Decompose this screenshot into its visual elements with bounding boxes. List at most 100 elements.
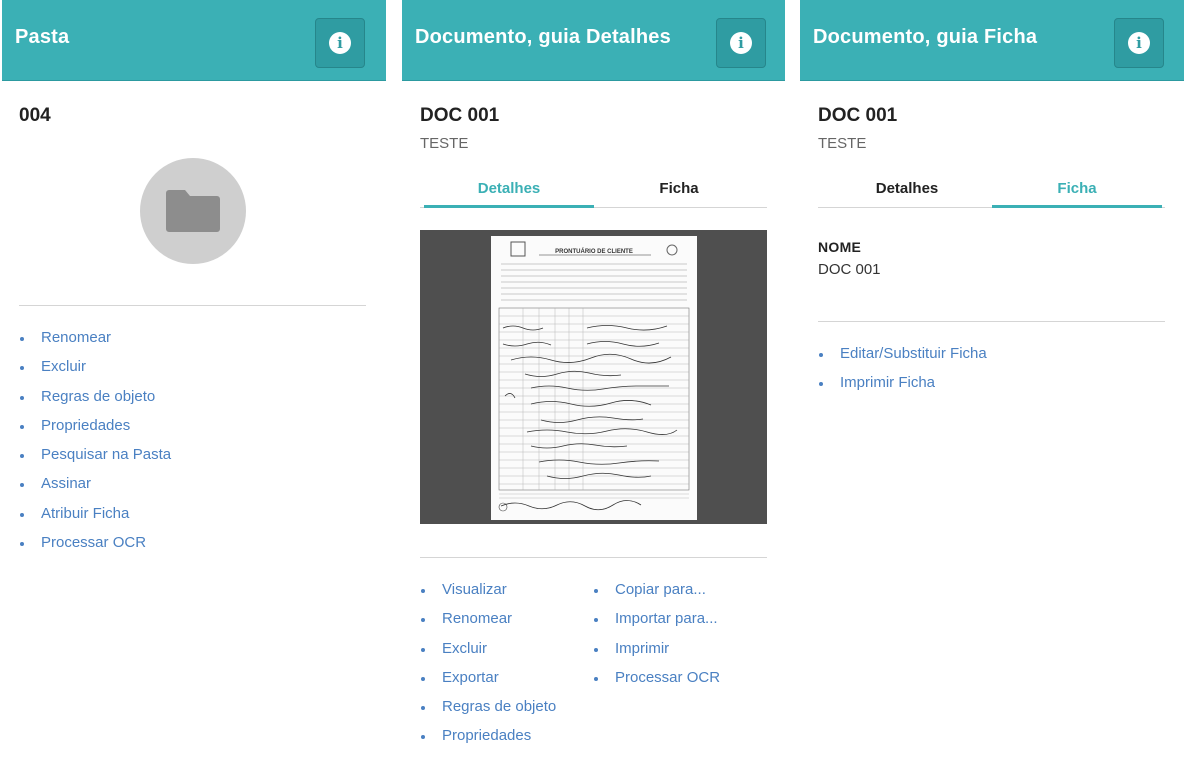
bullet xyxy=(421,735,425,740)
action-pesquisar-na-pasta[interactable]: Pesquisar na Pasta xyxy=(19,444,171,473)
action-label[interactable]: Exportar xyxy=(442,669,499,686)
bullet xyxy=(819,382,823,387)
bullet xyxy=(421,676,425,681)
action-regras-de-objeto[interactable]: Regras de objeto xyxy=(420,696,556,725)
divider xyxy=(420,557,767,558)
divider xyxy=(19,305,366,306)
action-label[interactable]: Renomear xyxy=(41,329,111,346)
action-label[interactable]: Excluir xyxy=(442,640,487,657)
action-propriedades[interactable]: Propriedades xyxy=(19,415,171,444)
scanned-form-image: PRONTUÁRIO DE CLIENTE xyxy=(491,236,697,520)
action-label[interactable]: Assinar xyxy=(41,475,91,492)
tab-ficha[interactable]: Ficha xyxy=(992,178,1162,208)
action-label[interactable]: Atribuir Ficha xyxy=(41,505,129,522)
action-renomear[interactable]: Renomear xyxy=(420,608,556,637)
action-processar-ocr[interactable]: Processar OCR xyxy=(19,532,171,561)
document-name: DOC 001 xyxy=(818,105,898,126)
document-tabs: Detalhes Ficha xyxy=(420,178,767,208)
record-actions-list: Editar/Substituir Ficha Imprimir Ficha xyxy=(818,343,987,402)
folder-thumbnail xyxy=(140,158,246,264)
tab-detalhes[interactable]: Detalhes xyxy=(424,178,594,208)
action-label[interactable]: Processar OCR xyxy=(41,534,146,551)
folder-actions-list: Renomear Excluir Regras de objeto Propri… xyxy=(19,327,171,561)
action-exportar[interactable]: Exportar xyxy=(420,667,556,696)
bullet xyxy=(421,647,425,652)
bullet xyxy=(594,647,598,652)
action-label[interactable]: Processar OCR xyxy=(615,669,720,686)
bullet xyxy=(421,589,425,593)
bullet xyxy=(20,337,24,341)
bullet xyxy=(20,483,24,488)
action-excluir[interactable]: Excluir xyxy=(420,638,556,667)
bullet xyxy=(20,366,24,371)
action-processar-ocr[interactable]: Processar OCR xyxy=(593,667,720,696)
bullet xyxy=(20,454,24,459)
action-label[interactable]: Imprimir xyxy=(615,640,669,657)
info-icon: i xyxy=(730,32,752,54)
field-value-nome: DOC 001 xyxy=(818,261,881,278)
divider xyxy=(818,321,1165,322)
bullet xyxy=(421,618,425,623)
action-label[interactable]: Propriedades xyxy=(442,727,531,744)
action-excluir[interactable]: Excluir xyxy=(19,356,171,385)
bullet xyxy=(819,353,823,357)
info-button[interactable]: i xyxy=(1114,18,1164,68)
tab-ficha[interactable]: Ficha xyxy=(594,178,764,208)
info-button[interactable]: i xyxy=(716,18,766,68)
action-imprimir[interactable]: Imprimir xyxy=(593,638,720,667)
document-subtitle: TESTE xyxy=(420,135,469,152)
document-actions-col1: Visualizar Renomear Excluir Exportar Reg… xyxy=(420,579,556,755)
action-renomear[interactable]: Renomear xyxy=(19,327,171,356)
bullet xyxy=(20,512,24,517)
action-editar-substituir-ficha[interactable]: Editar/Substituir Ficha xyxy=(818,343,987,372)
action-propriedades[interactable]: Propriedades xyxy=(420,725,556,754)
bullet xyxy=(20,424,24,429)
panel-title: Documento, guia Ficha xyxy=(813,26,1038,48)
bullet xyxy=(421,706,425,711)
action-atribuir-ficha[interactable]: Atribuir Ficha xyxy=(19,503,171,532)
action-imprimir-ficha[interactable]: Imprimir Ficha xyxy=(818,372,987,401)
folder-name: 004 xyxy=(19,105,51,126)
folder-icon xyxy=(166,190,220,232)
action-label[interactable]: Visualizar xyxy=(442,581,507,598)
document-subtitle: TESTE xyxy=(818,135,867,152)
action-label[interactable]: Editar/Substituir Ficha xyxy=(840,345,987,362)
folder-panel: Pasta i 004 Renomear Excluir Regras de o… xyxy=(2,0,386,768)
document-preview[interactable]: PRONTUÁRIO DE CLIENTE xyxy=(420,230,767,524)
folder-panel-header: Pasta i xyxy=(2,0,386,81)
scanned-form-drawing: PRONTUÁRIO DE CLIENTE xyxy=(498,241,690,512)
form-title: PRONTUÁRIO DE CLIENTE xyxy=(555,248,633,255)
document-tabs: Detalhes Ficha xyxy=(818,178,1165,208)
bullet xyxy=(20,395,24,400)
bullet xyxy=(594,589,598,593)
document-name: DOC 001 xyxy=(420,105,500,126)
bullet xyxy=(594,618,598,623)
action-label[interactable]: Regras de objeto xyxy=(41,388,155,405)
bullet xyxy=(594,676,598,681)
bullet xyxy=(20,542,24,547)
document-record-header: Documento, guia Ficha i xyxy=(800,0,1184,81)
action-label[interactable]: Renomear xyxy=(442,610,512,627)
document-actions-col2: Copiar para... Importar para... Imprimir… xyxy=(593,579,720,696)
info-icon: i xyxy=(329,32,351,54)
action-label[interactable]: Excluir xyxy=(41,358,86,375)
action-label[interactable]: Imprimir Ficha xyxy=(840,374,935,391)
action-copiar-para[interactable]: Copiar para... xyxy=(593,579,720,608)
info-button[interactable]: i xyxy=(315,18,365,68)
action-label[interactable]: Importar para... xyxy=(615,610,718,627)
field-label-nome: NOME xyxy=(818,239,862,255)
document-details-header: Documento, guia Detalhes i xyxy=(402,0,785,81)
action-visualizar[interactable]: Visualizar xyxy=(420,579,556,608)
info-icon: i xyxy=(1128,32,1150,54)
action-label[interactable]: Pesquisar na Pasta xyxy=(41,446,171,463)
action-regras-de-objeto[interactable]: Regras de objeto xyxy=(19,386,171,415)
action-assinar[interactable]: Assinar xyxy=(19,473,171,502)
document-details-panel: Documento, guia Detalhes i DOC 001 TESTE… xyxy=(402,0,785,768)
action-label[interactable]: Copiar para... xyxy=(615,581,706,598)
tab-detalhes[interactable]: Detalhes xyxy=(822,178,992,208)
action-label[interactable]: Regras de objeto xyxy=(442,698,556,715)
action-label[interactable]: Propriedades xyxy=(41,417,130,434)
action-importar-para[interactable]: Importar para... xyxy=(593,608,720,637)
panel-title: Pasta xyxy=(15,26,70,48)
panel-title: Documento, guia Detalhes xyxy=(415,26,671,48)
